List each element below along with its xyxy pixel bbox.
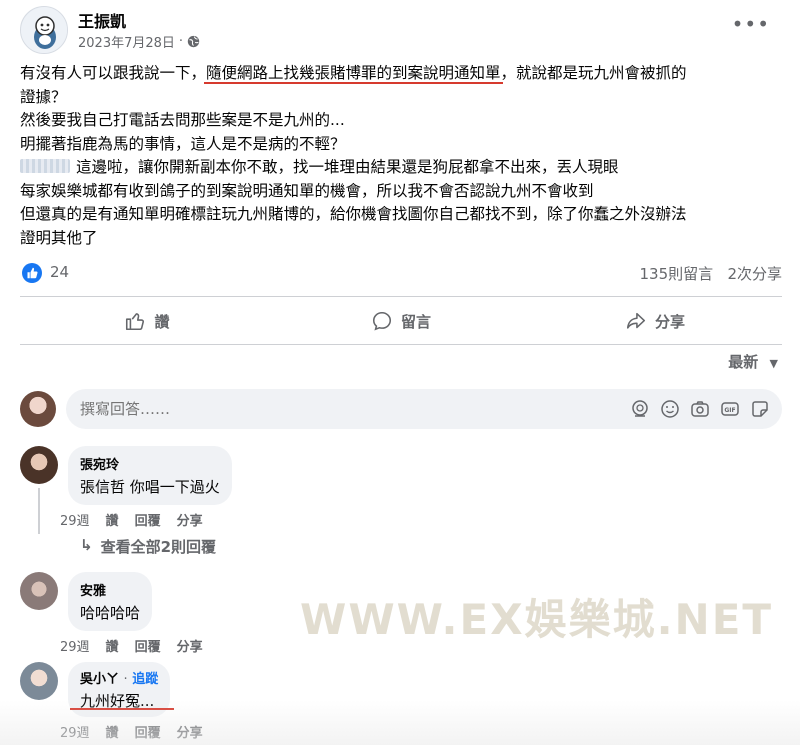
comment-3-actions: 29週 讚 回覆 分享 — [60, 722, 203, 741]
gif-icon[interactable]: GIF — [720, 399, 740, 419]
comment-time[interactable]: 29週 — [60, 636, 90, 655]
post-line-4: 明擺著指鹿為馬的事情，這人是不是病的不輕？ — [20, 134, 346, 153]
post-line-2: 證據？ — [20, 87, 67, 106]
post-line-5-text: 這邊啦，讓你開新副本你不敢，找一堆理由結果還是狗屁都拿不出來，丟人現眼 — [76, 158, 619, 176]
comment-2-actions: 29週 讚 回覆 分享 — [60, 636, 203, 655]
red-underline-annotation — [70, 708, 174, 710]
comment-input-box[interactable]: GIF — [66, 389, 782, 429]
like-count[interactable]: 24 — [50, 263, 69, 281]
current-user-avatar[interactable] — [20, 391, 56, 427]
share-arrow-icon — [626, 312, 646, 329]
comment-reply-button[interactable]: 回覆 — [135, 722, 161, 741]
thumbs-up-icon — [126, 313, 145, 331]
watermark: WWW.EX娛樂城.NET — [300, 595, 774, 644]
comment-bubble-icon — [372, 311, 392, 331]
comment-input[interactable] — [80, 400, 580, 418]
comment-bubble: 張宛玲 張信哲 你唱一下過火 — [68, 446, 232, 505]
comment-time[interactable]: 29週 — [60, 510, 90, 529]
commenter-name[interactable]: 吳小ㄚ — [80, 672, 119, 687]
sort-label: 最新 — [728, 353, 759, 371]
comment-text: 張信哲 你唱一下過火 — [80, 478, 220, 496]
action-bar: 讚 留言 分享 — [20, 300, 782, 342]
post-date[interactable]: 2023年7月28日 — [78, 32, 175, 51]
post-line-8: 證明其他了 — [20, 228, 98, 247]
post-line-1-pre: 有沒有人可以跟我說一下， — [20, 64, 207, 82]
post-stats: 24 135則留言 2次分享 — [20, 262, 782, 284]
post-line-5: 這邊啦，讓你開新副本你不敢，找一堆理由結果還是狗屁都拿不出來，丟人現眼 — [20, 156, 785, 180]
post-body: 有沒有人可以跟我說一下，隨便網路上找幾張賭博罪的到案說明通知單，就說都是玩九州會… — [20, 62, 785, 250]
follow-button[interactable]: 追蹤 — [132, 672, 158, 687]
blurred-mention[interactable] — [20, 159, 70, 173]
highlighted-text: 隨便網路上找幾張賭博罪的到案說明通知單 — [206, 64, 501, 82]
stats-right: 135則留言 2次分享 — [640, 263, 783, 284]
comment-share-button[interactable]: 分享 — [177, 636, 203, 655]
meta-separator: · — [178, 34, 184, 49]
post-line-1: 有沒有人可以跟我說一下，隨便網路上找幾張賭博罪的到案說明通知單，就說都是玩九州會… — [20, 62, 785, 86]
commenter-name[interactable]: 安雅 — [80, 580, 140, 599]
camera-icon[interactable] — [690, 399, 710, 419]
commenter-avatar[interactable] — [20, 572, 58, 610]
like-label: 讚 — [154, 312, 170, 331]
comment-like-button[interactable]: 讚 — [106, 722, 119, 741]
divider-bottom — [20, 344, 782, 345]
comment-reply-button[interactable]: 回覆 — [135, 510, 161, 529]
comment-time[interactable]: 29週 — [60, 722, 90, 741]
globe-icon — [187, 35, 200, 48]
name-separator: · — [123, 672, 128, 687]
more-options-icon[interactable]: ••• — [732, 12, 770, 36]
like-button[interactable]: 讚 — [20, 300, 274, 342]
post-line-7: 但還真的是有通知單明確標註玩九州賭博的，給你機會找圖你自己都找不到，除了你蠢之外… — [20, 205, 687, 223]
view-replies-link[interactable]: ↳ 查看全部2則回覆 — [80, 536, 216, 557]
comment-text: 哈哈哈哈 — [80, 604, 141, 622]
commenter-avatar[interactable] — [20, 446, 58, 484]
like-reaction-icon[interactable] — [22, 263, 42, 283]
post-header: 王振凱 2023年7月28日 · ••• — [20, 6, 780, 56]
reply-thread-line — [38, 488, 40, 534]
comment-share-button[interactable]: 分享 — [177, 722, 203, 741]
post-line-1-post: ，就說都是玩九州會被抓的 — [500, 64, 687, 82]
comment-composer: GIF — [20, 389, 782, 431]
sort-dropdown[interactable]: 最新 ▼ — [728, 351, 778, 372]
composer-icons: GIF — [630, 399, 770, 419]
mascot-avatar-icon — [21, 7, 67, 53]
comment-count[interactable]: 135則留言 — [640, 265, 714, 283]
divider-top — [20, 296, 782, 297]
avatar-sticker-icon[interactable] — [630, 399, 650, 419]
comment-reply-button[interactable]: 回覆 — [135, 636, 161, 655]
reply-arrow-icon: ↳ — [80, 536, 93, 554]
post-line-6: 每家娛樂城都有收到鴿子的到案說明通知單的機會，所以我不會否認說九州不會收到 — [20, 181, 594, 200]
caret-down-icon: ▼ — [769, 357, 778, 370]
view-replies-label: 查看全部2則回覆 — [100, 538, 217, 556]
comment-like-button[interactable]: 讚 — [106, 510, 119, 529]
comment-bubble: 安雅 哈哈哈哈 — [68, 572, 153, 631]
comment-label: 留言 — [400, 312, 431, 331]
commenter-name[interactable]: 張宛玲 — [80, 454, 220, 473]
author-avatar[interactable] — [20, 6, 68, 54]
commenter-avatar[interactable] — [20, 662, 58, 700]
post-meta: 2023年7月28日 · — [78, 32, 200, 51]
post-line-3: 然後要我自己打電話去問那些案是不是九州的... — [20, 111, 345, 129]
author-name[interactable]: 王振凱 — [78, 8, 126, 32]
comment-like-button[interactable]: 讚 — [106, 636, 119, 655]
emoji-icon[interactable] — [660, 399, 680, 419]
sticker-icon[interactable] — [750, 399, 770, 419]
comment-share-button[interactable]: 分享 — [177, 510, 203, 529]
comment-1-actions: 29週 讚 回覆 分享 — [60, 510, 203, 529]
svg-text:GIF: GIF — [724, 407, 735, 414]
share-button[interactable]: 分享 — [528, 300, 782, 342]
commenter-name-row: 吳小ㄚ · 追蹤 — [80, 668, 158, 687]
share-count[interactable]: 2次分享 — [727, 265, 782, 283]
comment-button[interactable]: 留言 — [274, 300, 528, 342]
share-label: 分享 — [654, 312, 685, 331]
